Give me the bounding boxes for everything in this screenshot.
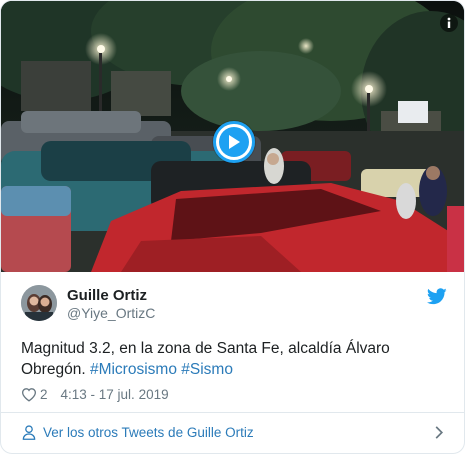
video-thumbnail[interactable]	[1, 1, 464, 272]
twitter-bird-icon[interactable]	[427, 288, 447, 305]
chevron-right-icon	[435, 426, 444, 439]
hashtag-link[interactable]: #Microsismo	[90, 361, 177, 378]
play-icon	[219, 127, 249, 157]
heart-icon[interactable]	[21, 387, 37, 402]
tweet-text: Magnitud 3.2, en la zona de Santa Fe, al…	[21, 338, 441, 380]
person-icon	[22, 425, 36, 440]
tweet-author: Guille Ortiz @Yiye_OrtizC	[21, 285, 451, 325]
hashtag-link[interactable]: #Sismo	[181, 361, 233, 378]
more-tweets-link[interactable]: Ver los otros Tweets de Guille Ortiz	[1, 413, 464, 453]
play-button[interactable]	[213, 121, 255, 163]
like-count[interactable]: 2	[40, 387, 48, 402]
tweet-meta: 2 4:13 - 17 jul. 2019	[21, 385, 169, 403]
more-tweets-label: Ver los otros Tweets de Guille Ortiz	[43, 425, 254, 440]
author-names: Guille Ortiz @Yiye_OrtizC	[67, 287, 155, 322]
author-display-name[interactable]: Guille Ortiz	[67, 287, 155, 305]
avatar[interactable]	[21, 285, 57, 321]
author-handle[interactable]: @Yiye_OrtizC	[67, 305, 155, 322]
info-icon[interactable]	[440, 14, 458, 32]
tweet-timestamp[interactable]: 4:13 - 17 jul. 2019	[61, 387, 169, 402]
embedded-tweet-card: Guille Ortiz @Yiye_OrtizC Magnitud 3.2, …	[0, 0, 465, 454]
